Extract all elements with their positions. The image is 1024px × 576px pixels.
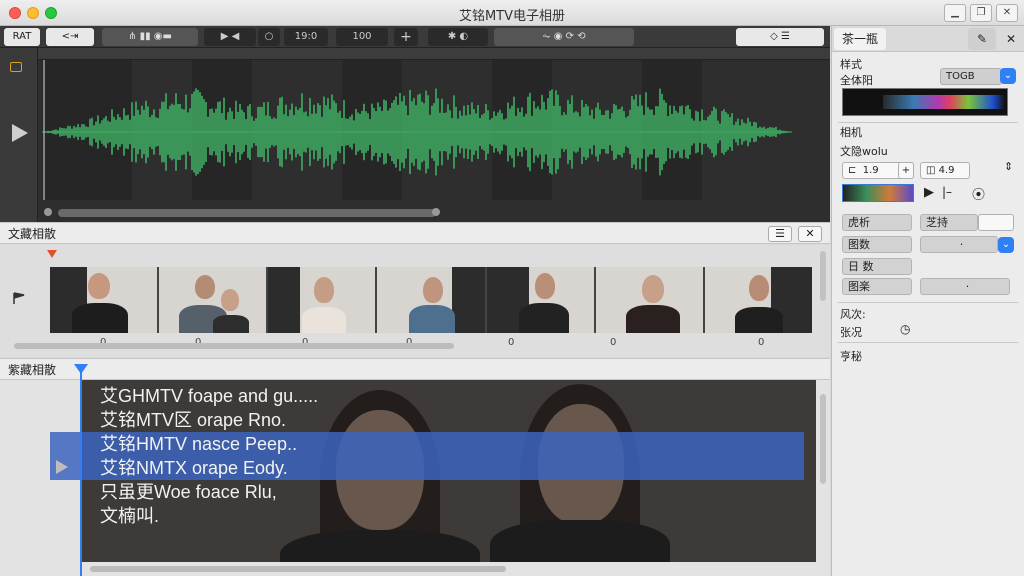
thumbnail-3[interactable] bbox=[268, 267, 376, 333]
thumbs-section-header: 文藏相散 ☰ ✕ bbox=[0, 222, 830, 244]
zoom-in-button[interactable]: + bbox=[394, 28, 418, 46]
font-label: 文隐wolu bbox=[840, 145, 888, 158]
effect-group[interactable]: ✱ ◐ bbox=[428, 28, 488, 46]
restore-icon[interactable]: ❐ bbox=[970, 4, 992, 22]
text-style-label: 全体阳 bbox=[840, 74, 873, 87]
clip-tools-group[interactable]: ⋔ ▮▮ ◉▬ bbox=[102, 28, 198, 46]
play-icon[interactable]: ▶ bbox=[924, 185, 934, 200]
inspector-header: 茶一瓶 ✎ ✕ bbox=[832, 26, 1024, 52]
extra-label-1: 风次: bbox=[840, 308, 866, 321]
thumbnail-strip[interactable] bbox=[50, 267, 812, 333]
thumbnail-playhead[interactable] bbox=[47, 250, 57, 258]
trim-icon[interactable]: |– bbox=[942, 185, 952, 199]
pin-icon[interactable]: ⦿ bbox=[972, 184, 985, 203]
playback-group[interactable]: ▶ ◀ bbox=[204, 28, 256, 46]
text-section-header: 紫藏相散 bbox=[0, 358, 830, 380]
scroll-end-handle[interactable] bbox=[432, 208, 440, 216]
list-icon[interactable]: ☰ bbox=[768, 226, 792, 242]
color-picker[interactable] bbox=[842, 184, 914, 202]
rat-button[interactable]: RAT bbox=[4, 28, 40, 46]
play-icon[interactable] bbox=[56, 460, 68, 474]
marker-icon[interactable] bbox=[10, 62, 22, 72]
subtitle-hscroll[interactable] bbox=[90, 566, 506, 572]
subtitle-line[interactable]: 艾铭MTV区 orape Rno. bbox=[50, 408, 804, 432]
row2-slider[interactable]: · bbox=[920, 236, 998, 253]
scroll-start-handle[interactable] bbox=[44, 208, 52, 216]
text-playhead-line[interactable] bbox=[80, 370, 82, 576]
row1-toggle[interactable] bbox=[978, 214, 1014, 231]
style-label: 样式 bbox=[840, 58, 862, 71]
close-icon[interactable]: ✕ bbox=[1000, 28, 1022, 50]
thumbs-section-title: 文藏相散 bbox=[8, 227, 57, 241]
subtitle-panel: 艾GHMTV foape and gu..... 艾铭MTV区 orape Rn… bbox=[0, 380, 830, 576]
close-icon[interactable]: ✕ bbox=[996, 4, 1018, 22]
text-section-title: 紫藏相散 bbox=[8, 363, 57, 377]
tick-label: 0 bbox=[508, 337, 515, 348]
row2-button[interactable]: 图数 bbox=[842, 236, 912, 253]
size-value: 1.9 bbox=[862, 165, 879, 176]
waveform-sidebar bbox=[0, 48, 38, 222]
close-icon[interactable]: ✕ bbox=[798, 226, 822, 242]
pin-icon[interactable]: ✎ bbox=[968, 28, 996, 50]
camera-section-label: 相机 bbox=[840, 126, 862, 139]
thumbnail-6[interactable] bbox=[595, 267, 703, 333]
row4-button[interactable]: 图楽 bbox=[842, 278, 912, 295]
subtitle-sidebar bbox=[0, 380, 50, 576]
inspector-panel: 茶一瓶 ✎ ✕ 样式 全体阳 TOGB ⌄ 相机 文隐wolu ⊏ 1.9 + … bbox=[831, 26, 1024, 576]
audio-tools-group[interactable]: ⏦ ◉ ⟳ ⟲ bbox=[494, 28, 634, 46]
clock-icon[interactable]: ◷ bbox=[900, 322, 910, 336]
minimize-icon[interactable]: ▁ bbox=[944, 4, 966, 22]
thumbnail-panel: 0 0 0 0 0 0 0 bbox=[0, 245, 830, 357]
row3-button[interactable]: 日 数 bbox=[842, 258, 912, 275]
title-bar: 艾铭MTV电子相册 ▁ ❐ ✕ bbox=[0, 0, 1024, 26]
time-display: 19:0 bbox=[284, 28, 328, 46]
back-button[interactable]: <⇥ bbox=[46, 28, 94, 46]
zoom-field[interactable]: 100 bbox=[336, 28, 388, 46]
waveform-panel bbox=[0, 48, 830, 222]
subtitle-line[interactable]: 只虽更Woe foace Rlu, bbox=[50, 480, 804, 504]
subtitle-line[interactable]: 艾GHMTV foape and gu..... bbox=[50, 384, 804, 408]
subtitle-vscroll[interactable] bbox=[820, 394, 826, 484]
play-icon[interactable] bbox=[12, 124, 28, 142]
tick-label: 0 bbox=[758, 337, 765, 348]
flag-icon[interactable] bbox=[12, 289, 26, 304]
settings-group[interactable]: ◇ ☰ bbox=[736, 28, 824, 46]
thumbnail-scrollbar[interactable] bbox=[14, 343, 454, 349]
size2-field[interactable]: ◫ 4.9 bbox=[920, 162, 970, 179]
subtitle-line-selected[interactable]: 艾铭NMTX orape Eody. bbox=[50, 456, 804, 480]
loop-icon[interactable]: ○ bbox=[258, 28, 280, 46]
text-playhead[interactable] bbox=[74, 364, 88, 374]
size-plus[interactable]: + bbox=[898, 162, 914, 179]
window-title: 艾铭MTV电子相册 bbox=[458, 9, 566, 24]
extra-label-2: 张况 bbox=[840, 326, 862, 339]
subtitle-line-selected[interactable]: 艾铭HMTV nasce Peep.. bbox=[50, 432, 804, 456]
thumbnail-5[interactable] bbox=[486, 267, 594, 333]
row2-dropdown-icon[interactable]: ⌄ bbox=[998, 237, 1014, 253]
thumbnail-7[interactable] bbox=[704, 267, 812, 333]
waveform-scrollbar[interactable] bbox=[58, 209, 436, 217]
row4-slider[interactable]: · bbox=[920, 278, 1010, 295]
inspector-tab[interactable]: 茶一瓶 bbox=[834, 28, 887, 50]
subtitle-lines[interactable]: 艾GHMTV foape and gu..... 艾铭MTV区 orape Rn… bbox=[50, 384, 804, 528]
time-ruler[interactable] bbox=[38, 48, 830, 60]
thumbnail-4[interactable] bbox=[377, 267, 485, 333]
stepper-icon[interactable]: ⇕ bbox=[1004, 160, 1013, 173]
tick-label: 0 bbox=[610, 337, 617, 348]
style-dropdown-icon[interactable]: ⌄ bbox=[1000, 68, 1016, 84]
extra-label-3: 亨秘 bbox=[840, 350, 862, 363]
row1-button[interactable]: 虎析 bbox=[842, 214, 912, 231]
gradient-preview[interactable] bbox=[842, 88, 1008, 116]
size2-value: 4.9 bbox=[938, 165, 955, 176]
thumbnail-vscroll[interactable] bbox=[820, 251, 826, 301]
thumbnail-1[interactable] bbox=[50, 267, 158, 333]
row1-value[interactable]: 芝持 bbox=[920, 214, 978, 231]
toolbar: RAT <⇥ ⋔ ▮▮ ◉▬ ▶ ◀ ○ 19:0 100 + ✱ ◐ ⏦ ◉ … bbox=[0, 26, 830, 48]
subtitle-line[interactable]: 文楠叫. bbox=[50, 504, 804, 528]
thumbnail-2[interactable] bbox=[159, 267, 267, 333]
style-select[interactable]: TOGB bbox=[940, 68, 1002, 85]
